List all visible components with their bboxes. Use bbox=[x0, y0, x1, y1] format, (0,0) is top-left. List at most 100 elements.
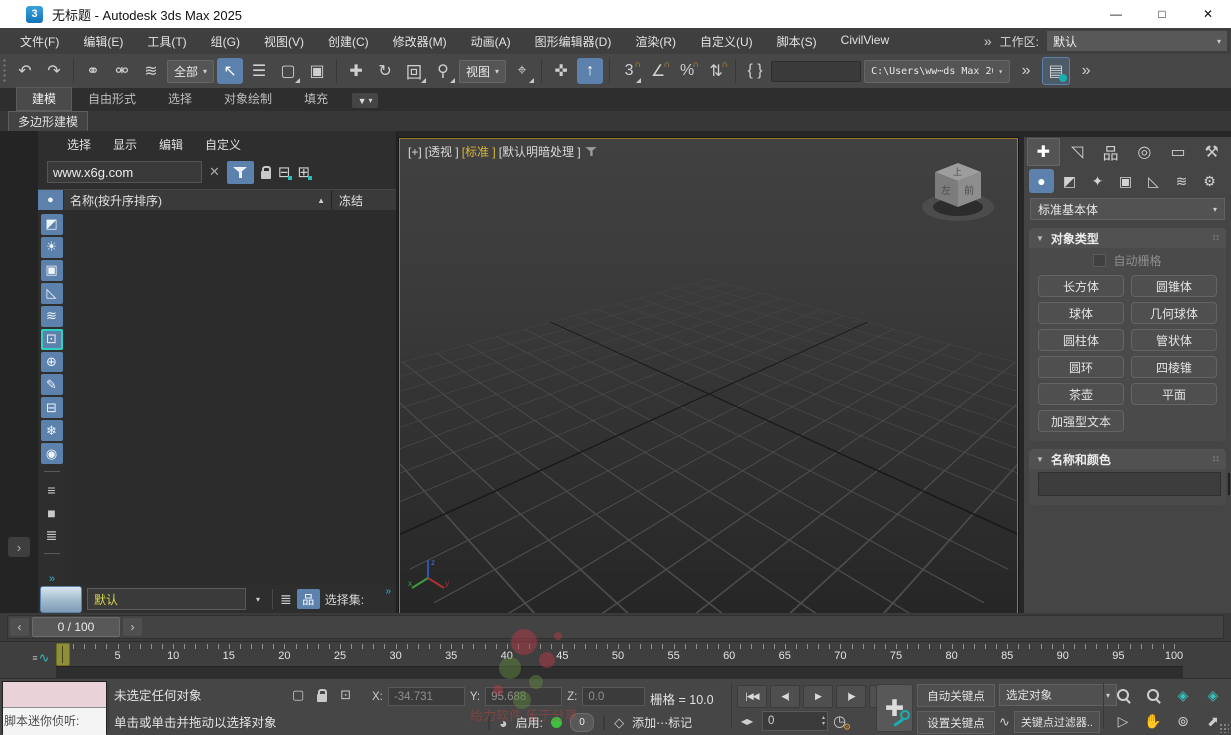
viewcube-top-label[interactable]: 上 bbox=[953, 167, 962, 177]
spinner-snap-icon[interactable]: ⇅ ∩ bbox=[703, 58, 729, 84]
unlink-selection-icon[interactable]: ⚮ bbox=[109, 58, 135, 84]
menu-item-3[interactable]: 工具(T) bbox=[135, 29, 198, 54]
rollout-grip-icon[interactable]: ∷ bbox=[1213, 233, 1219, 244]
toolbar-overflow2-icon[interactable]: » bbox=[1073, 58, 1099, 84]
timeline-ruler[interactable]: 0510152025303540455055606570758085909510… bbox=[56, 642, 1183, 666]
viewcube[interactable]: 上 左 前 bbox=[915, 153, 1001, 232]
reference-coordsys-dropdown[interactable]: 视图 ▾ bbox=[459, 59, 507, 83]
minimize-button[interactable]: — bbox=[1093, 0, 1139, 28]
absolute-mode-icon[interactable]: ⊡ bbox=[340, 687, 351, 703]
add-time-tag[interactable]: 添加⋯标记 bbox=[632, 714, 692, 731]
polygon-modeling-button[interactable]: 多边形建模 bbox=[8, 110, 89, 132]
menu-overflow-icon[interactable]: » bbox=[984, 33, 992, 49]
explorer-more-icon[interactable]: » bbox=[385, 586, 390, 597]
viewcube-left-label[interactable]: 左 bbox=[941, 184, 951, 197]
object-name-input[interactable] bbox=[1038, 472, 1221, 496]
create-helpers-icon[interactable]: ◺ bbox=[1141, 169, 1166, 193]
key-filters-button[interactable]: 关键点过滤器.. bbox=[1013, 711, 1100, 733]
key-curve-icon[interactable]: ∿ bbox=[999, 714, 1010, 730]
filter-containers-icon[interactable]: ⊡ bbox=[40, 328, 63, 350]
clear-search-icon[interactable]: ✕ bbox=[209, 164, 220, 180]
filter-cameras-icon[interactable]: ▣ bbox=[40, 259, 63, 281]
bind-to-space-warp-icon[interactable]: ≋ bbox=[138, 58, 164, 84]
menu-item-10[interactable]: 渲染(R) bbox=[623, 29, 688, 54]
filter-helpers-icon[interactable]: ◺ bbox=[40, 282, 63, 304]
enabled-indicator[interactable] bbox=[550, 717, 562, 728]
maximize-button[interactable]: □ bbox=[1139, 0, 1185, 28]
tab-modify-icon[interactable]: ◹ bbox=[1061, 138, 1094, 166]
tab-motion-icon[interactable]: ◎ bbox=[1128, 138, 1161, 166]
explorer-menu-自定义[interactable]: 自定义 bbox=[194, 132, 252, 157]
time-slider-track[interactable]: ‹ 0 / 100 › bbox=[7, 615, 1224, 639]
primitive-button-4[interactable]: 几何球体 bbox=[1131, 302, 1217, 324]
list-view-icon[interactable]: ≡ bbox=[41, 479, 63, 500]
maxscript-mini-listener[interactable]: 脚本迷你侦听: bbox=[2, 681, 107, 735]
previous-frame-arrow[interactable]: ‹ bbox=[10, 618, 29, 636]
viewport-menu-button[interactable]: [+] bbox=[408, 145, 422, 159]
tab-utilities-icon[interactable]: ⚒ bbox=[1195, 138, 1228, 166]
zoom-icon[interactable] bbox=[1109, 683, 1137, 707]
lock-icon[interactable] bbox=[260, 166, 271, 179]
filter-button[interactable] bbox=[226, 160, 254, 184]
go-to-start-icon[interactable]: |◀◀ bbox=[737, 685, 767, 708]
primitive-button-8[interactable]: 四棱锥 bbox=[1131, 356, 1217, 378]
named-selection-sets-icon[interactable]: { } bbox=[742, 58, 768, 84]
filter-spacewarps-icon[interactable]: ≋ bbox=[40, 305, 63, 327]
use-pivot-point-icon[interactable]: ⌖ bbox=[509, 58, 535, 84]
category-dropdown[interactable]: 标准基本体 ▾ bbox=[1030, 198, 1225, 220]
select-and-rotate-icon[interactable]: ↻ bbox=[372, 58, 398, 84]
x-coordinate-field[interactable]: -34.731 bbox=[387, 687, 465, 706]
pan-icon[interactable]: ✋ bbox=[1139, 709, 1167, 733]
y-coordinate-field[interactable]: 95.688 bbox=[485, 687, 563, 706]
primitive-button-1[interactable]: 长方体 bbox=[1038, 275, 1124, 297]
primitive-button-7[interactable]: 圆环 bbox=[1038, 356, 1124, 378]
filter-groups-icon[interactable]: ⊟ bbox=[40, 397, 63, 419]
ribbon-tab-选择[interactable]: 选择 bbox=[152, 87, 208, 111]
explorer-search-input[interactable] bbox=[47, 161, 202, 183]
name-column-header[interactable]: 名称(按升序排序) ▲ bbox=[64, 190, 332, 210]
rollout-grip-icon[interactable]: ∷ bbox=[1213, 454, 1219, 465]
current-frame-field[interactable]: 0 ▴ ▾ bbox=[762, 711, 828, 731]
create-spacewarps-icon[interactable]: ≋ bbox=[1169, 169, 1194, 193]
menu-item-6[interactable]: 创建(C) bbox=[316, 29, 381, 54]
geometry-column-icon[interactable]: ● bbox=[38, 190, 64, 210]
viewport-render-preset-label[interactable]: [标准 ] bbox=[462, 143, 496, 160]
menu-item-1[interactable]: 文件(F) bbox=[8, 29, 71, 54]
primitive-button-10[interactable]: 平面 bbox=[1131, 383, 1217, 405]
mini-curve-editor-button[interactable]: ≡ ∿ bbox=[26, 647, 56, 669]
primitive-button-2[interactable]: 圆锥体 bbox=[1131, 275, 1217, 297]
counter-button[interactable]: 0 bbox=[569, 713, 594, 732]
redo-icon[interactable]: ↷ bbox=[41, 58, 67, 84]
selection-filter-dropdown[interactable]: 全部 ▾ bbox=[167, 59, 215, 83]
object-type-rollout-header[interactable]: ▼ 对象类型 ∷ bbox=[1029, 228, 1226, 248]
primitive-button-9[interactable]: 茶壶 bbox=[1038, 383, 1124, 405]
named-sets-input[interactable] bbox=[771, 60, 862, 82]
expand-tree-icon[interactable]: ⊟ bbox=[278, 163, 293, 181]
autogrid-checkbox[interactable] bbox=[1093, 254, 1107, 267]
autosave-icon[interactable]: ▤ bbox=[1042, 57, 1071, 85]
viewport-layout-button[interactable] bbox=[40, 585, 82, 613]
set-keys-button[interactable]: ✚ bbox=[876, 684, 913, 732]
sidebar-expand-button[interactable]: › bbox=[8, 537, 30, 557]
frame-spinner[interactable]: ▴ ▾ bbox=[822, 715, 827, 727]
orbit-icon[interactable]: ⊚ bbox=[1169, 709, 1197, 733]
selection-set-dropdown[interactable]: 选定对象 ▾ bbox=[999, 684, 1117, 706]
selection-region-icon[interactable]: ▢ bbox=[292, 687, 304, 703]
create-lights-icon[interactable]: ✦ bbox=[1085, 169, 1110, 193]
primitive-button-5[interactable]: 圆柱体 bbox=[1038, 329, 1124, 351]
tab-hierarchy-icon[interactable]: 品 bbox=[1094, 138, 1127, 166]
explorer-menu-显示[interactable]: 显示 bbox=[102, 132, 148, 157]
select-and-scale-icon[interactable]: 回 bbox=[401, 58, 427, 84]
layer-hierarchy-icon[interactable]: 品 bbox=[296, 589, 320, 609]
play-icon[interactable]: ▶ bbox=[803, 685, 833, 708]
create-systems-icon[interactable]: ⚙ bbox=[1197, 169, 1222, 193]
cube-icon[interactable]: ◇ bbox=[614, 715, 624, 731]
keyboard-override-icon[interactable]: ↑ bbox=[577, 58, 604, 84]
menu-item-13[interactable]: CivilView bbox=[829, 29, 901, 54]
menu-item-12[interactable]: 脚本(S) bbox=[765, 29, 829, 54]
percent-snap-icon[interactable]: % ∩ bbox=[674, 58, 700, 84]
listener-macro-field[interactable] bbox=[3, 682, 106, 708]
ribbon-tab-对象绘制[interactable]: 对象绘制 bbox=[208, 87, 288, 111]
zoom-extents-all-icon[interactable]: ◈ bbox=[1199, 683, 1227, 707]
object-color-swatch[interactable] bbox=[1228, 473, 1230, 495]
